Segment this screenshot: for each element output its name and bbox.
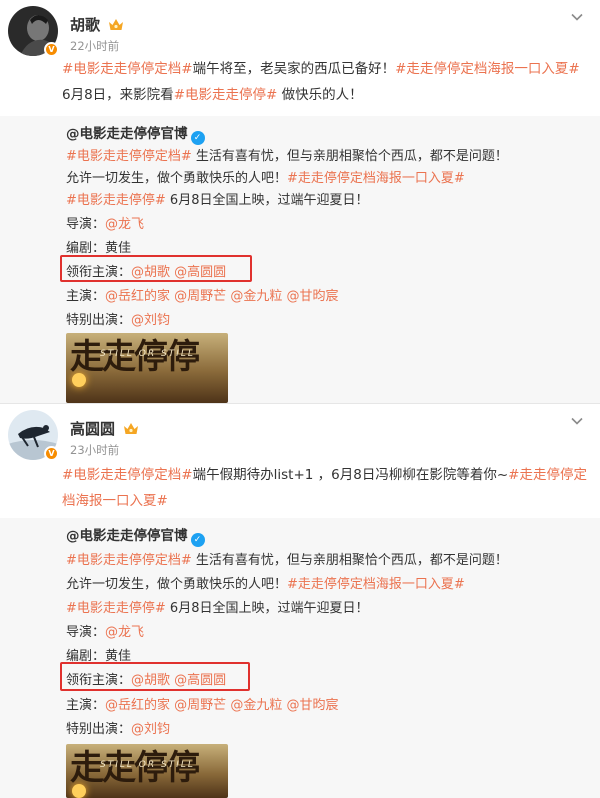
hashtag-link[interactable]: #走走停停定档海报一口入夏# [395, 61, 580, 77]
hashtag-link[interactable]: #电影走走停停定档# [66, 149, 192, 164]
verified-blue-icon: ✓ [190, 131, 205, 145]
mention-link[interactable]: @金九粒 [230, 698, 282, 713]
post-header: V 胡歌 22小时前 [8, 6, 600, 62]
verified-blue-icon: ✓ [190, 533, 205, 547]
cast-line: 主演：@岳红的家 @周野芒 @金九粒 @甘昀宸 [66, 289, 339, 304]
special-line: 特别出演：@刘钧 [66, 313, 171, 328]
mention-link[interactable]: @周野芒 [174, 289, 226, 304]
crown-icon [124, 423, 139, 434]
post-text: #电影走走停停定档#端午将至，老吴家的西瓜已备好！#走走停停定档海报一口入夏# … [62, 61, 580, 103]
mention-link[interactable]: @甘昀宸 [286, 698, 338, 713]
mention-link[interactable]: @金九粒 [230, 289, 282, 304]
weibo-post: V 高圆圆 23小时前 #电影走走停停定档#端午假期待办list+1 ，6月8日… [0, 403, 600, 798]
poster-subtitle: STILL OR STILL [100, 760, 195, 770]
mention-link[interactable]: @刘钧 [131, 313, 170, 328]
post-header: V 高圆圆 23小时前 [8, 410, 600, 466]
hashtag-link[interactable]: #走走停停定档海报一口入夏# [287, 171, 465, 186]
username[interactable]: 高圆圆 [70, 418, 139, 439]
cast-line: 主演：@岳红的家 @周野芒 @金九粒 @甘昀宸 [66, 698, 339, 713]
mention-link[interactable]: @龙飞 [105, 625, 144, 640]
repost-line: #电影走走停停# 6月8日全国上映，过端午迎夏日！ [66, 193, 369, 208]
hashtag-link[interactable]: #电影走走停停# [174, 87, 278, 103]
repost-line: 允许一切发生，做个勇敢快乐的人吧！#走走停停定档海报一口入夏# [66, 171, 465, 186]
chevron-down-icon[interactable] [570, 414, 584, 428]
hashtag-link[interactable]: #电影走走停停# [66, 193, 166, 208]
poster-subtitle: STILL OR STILL [100, 349, 195, 359]
director-line: 导演：@龙飞 [66, 217, 145, 232]
special-line: 特别出演：@刘钧 [66, 722, 171, 737]
weibo-post: V 胡歌 22小时前 #电影走走停停定档#端午将至，老吴家的西瓜已备好！#走走停… [0, 0, 600, 403]
verified-badge-icon: V [44, 446, 59, 461]
hashtag-link[interactable]: #电影走走停停定档# [62, 467, 193, 483]
hashtag-link[interactable]: #走走停停定档海报一口入夏# [287, 577, 465, 592]
mention-link[interactable]: @周野芒 [174, 698, 226, 713]
chevron-down-icon[interactable] [570, 10, 584, 24]
repost-card[interactable]: @电影走走停停官博 ✓ #电影走走停停定档# 生活有喜有忧，但与亲朋相聚恰个西瓜，… [0, 116, 600, 403]
repost-line: #电影走走停停定档# 生活有喜有忧，但与亲朋相聚恰个西瓜，都不是问题！ [66, 553, 508, 568]
mention-link[interactable]: @龙飞 [105, 217, 144, 232]
username[interactable]: 胡歌 [70, 14, 124, 35]
repost-line: #电影走走停停定档# 生活有喜有忧，但与亲朋相聚恰个西瓜，都不是问题！ [66, 149, 508, 164]
repost-author[interactable]: @电影走走停停官博 ✓ [66, 122, 205, 145]
verified-badge-icon: V [44, 42, 59, 57]
director-line: 导演：@龙飞 [66, 625, 145, 640]
crown-icon [109, 19, 124, 30]
poster-thumbnail[interactable]: 走走停停 STILL OR STILL [66, 333, 228, 403]
red-highlight-box [60, 662, 250, 691]
red-highlight-box [60, 255, 252, 282]
repost-card[interactable]: @电影走走停停官博 ✓ #电影走走停停定档# 生活有喜有忧，但与亲朋相聚恰个西瓜，… [0, 518, 600, 798]
mention-link[interactable]: @甘昀宸 [286, 289, 338, 304]
hashtag-link[interactable]: #电影走走停停定档# [62, 61, 193, 77]
post-timestamp[interactable]: 23小时前 [70, 442, 119, 458]
hashtag-link[interactable]: #走走停 [508, 467, 560, 483]
repost-author[interactable]: @电影走走停停官博 ✓ [66, 524, 205, 547]
mention-link[interactable]: @岳红的家 [105, 698, 170, 713]
hashtag-link[interactable]: #电影走走停停# [66, 601, 166, 616]
post-text: #电影走走停停定档#端午假期待办list+1 ，6月8日冯柳柳在影院等着你~#走… [62, 467, 587, 509]
poster-thumbnail[interactable]: 走走停停 STILL OR STILL [66, 744, 228, 798]
writer-line: 编剧：黄佳 [66, 241, 132, 256]
mention-link[interactable]: @岳红的家 [105, 289, 170, 304]
hashtag-link[interactable]: #电影走走停停定档# [66, 553, 192, 568]
repost-line: 允许一切发生，做个勇敢快乐的人吧！#走走停停定档海报一口入夏# [66, 577, 465, 592]
post-timestamp[interactable]: 22小时前 [70, 38, 119, 54]
mention-link[interactable]: @刘钧 [131, 722, 170, 737]
repost-line: #电影走走停停# 6月8日全国上映，过端午迎夏日！ [66, 601, 369, 616]
